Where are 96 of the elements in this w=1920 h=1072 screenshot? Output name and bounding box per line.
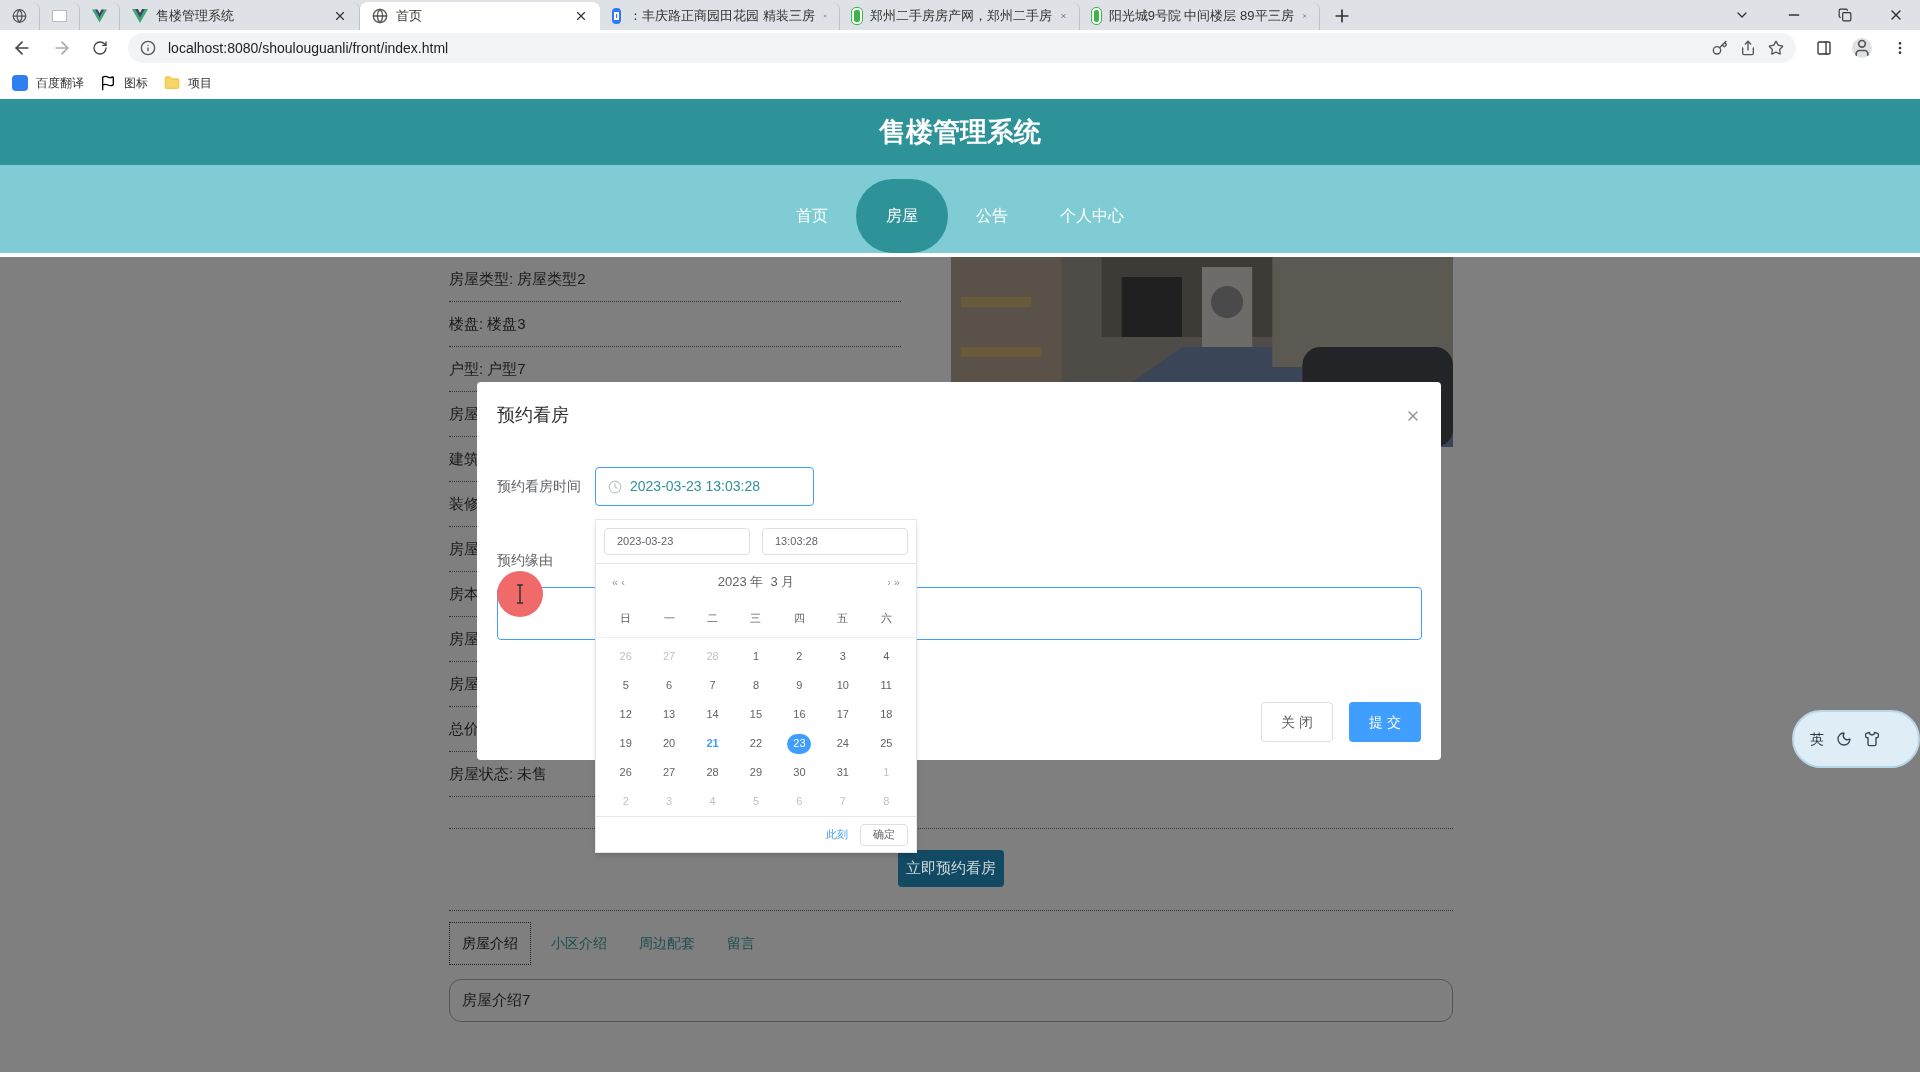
address-bar[interactable]: localhost:8080/shoulouguanli/front/index.html (128, 33, 1796, 63)
calendar-day[interactable]: 12 (613, 704, 638, 725)
detail-text: 总价 (449, 718, 479, 739)
info-icon (140, 40, 156, 56)
detail-text: 房屋 (449, 538, 479, 559)
calendar-day[interactable]: 15 (744, 704, 768, 725)
calendar-day[interactable]: 5 (613, 675, 638, 696)
blank-page-icon (52, 10, 67, 22)
weekday-label: 四 (792, 611, 806, 627)
calendar-day[interactable]: 17 (830, 704, 855, 725)
url-text: localhost:8080/shoulouguanli/front/index.html (168, 38, 449, 58)
calendar-day[interactable]: 27 (657, 762, 682, 783)
calendar-day[interactable]: 20 (657, 733, 682, 754)
detail-text: 房屋 (449, 628, 479, 649)
calendar-day[interactable]: 9 (787, 675, 812, 696)
calendar-day[interactable]: 25 (874, 733, 899, 754)
calendar-day[interactable]: 8 (744, 675, 768, 696)
moon-icon (1836, 731, 1852, 747)
weekday-label: 六 (879, 611, 893, 627)
datetime-field[interactable]: 2023-03-23 13:03:28 (595, 467, 814, 506)
reload-icon[interactable] (92, 40, 108, 56)
side-panel-icon[interactable] (1816, 40, 1832, 56)
restore-icon[interactable] (1838, 8, 1852, 22)
calendar-day[interactable]: 26 (613, 762, 638, 783)
tab-title: 阳光城9号院 中间楼层 89平三房 (1108, 7, 1294, 26)
calendar-day[interactable]: 7 (700, 675, 725, 696)
profile-icon[interactable] (1852, 38, 1872, 58)
key-icon[interactable] (1712, 40, 1728, 56)
flag-icon (100, 74, 116, 91)
detail-text: 房本 (449, 583, 479, 604)
folder-icon (164, 74, 180, 91)
site-title: 售楼管理系统 (879, 115, 1041, 149)
calendar-day[interactable]: 24 (830, 733, 855, 754)
calendar-day[interactable]: 31 (830, 762, 855, 783)
calendar-day[interactable]: 13 (657, 704, 682, 725)
calendar-day[interactable]: 14 (700, 704, 725, 725)
detail-text: 房屋 (449, 403, 479, 424)
date-input[interactable]: 2023-03-23 (604, 528, 750, 555)
detail-text: 房屋 (449, 673, 479, 694)
weekday-label: 三 (749, 611, 763, 627)
ime-mode: 英 (1810, 729, 1824, 749)
weekday-label: 日 (619, 611, 633, 627)
share-icon[interactable] (1740, 40, 1756, 56)
confirm-button[interactable]: 确定 (860, 823, 908, 846)
ime-widget[interactable]: 英 (1792, 710, 1920, 768)
detail-text: 楼盘: 楼盘3 (449, 313, 526, 334)
calendar-day[interactable]: 16 (787, 704, 812, 725)
field-label: 预约看房时间 (497, 477, 582, 496)
cursor-highlight-icon (497, 571, 543, 617)
info-tab[interactable]: 房屋介绍 (449, 922, 531, 965)
close-icon[interactable] (574, 9, 588, 23)
v-logo-icon (132, 9, 148, 23)
detail-text: 房屋类型: 房屋类型2 (449, 268, 586, 289)
v-logo-icon (92, 9, 107, 23)
browser-tab[interactable]: 首页 (360, 2, 600, 30)
tab-title: 售楼管理系统 (156, 7, 235, 26)
field-label: 预约缘由 (497, 551, 553, 570)
tab-title: 郑州二手房房产网，郑州二手房 (870, 7, 1052, 26)
calendar-day[interactable]: 3 (830, 646, 855, 667)
weekday-label: 一 (662, 611, 676, 627)
time-input[interactable]: 13:03:28 (762, 528, 908, 555)
month-heading: 2023 年 3 月 (717, 573, 795, 592)
globe-icon (372, 8, 388, 24)
calendar-day[interactable]: 18 (874, 704, 899, 725)
dialog-title: 预约看房 (497, 404, 569, 427)
translate-icon (12, 74, 28, 91)
weekday-label: 五 (836, 611, 850, 627)
calendar-day[interactable]: 6 (657, 675, 682, 696)
star-icon[interactable] (1768, 40, 1784, 56)
bookmark[interactable]: 图标 (100, 73, 148, 92)
weekday-label: 二 (706, 611, 720, 627)
calendar-day[interactable]: 10 (830, 675, 855, 696)
calendar-day[interactable]: 2 (787, 646, 812, 667)
calendar-day[interactable]: 30 (787, 762, 812, 783)
tab-title: 首页 (396, 7, 423, 26)
calendar-day[interactable]: 19 (613, 733, 638, 754)
clock-icon (608, 479, 622, 494)
shirt-icon (1864, 731, 1880, 747)
detail-text: 装修 (449, 493, 479, 514)
calendar-day[interactable]: 4 (874, 646, 899, 667)
detail-text: 房屋状态: 未售 (449, 763, 548, 784)
calendar-day[interactable]: 1 (744, 646, 768, 667)
nav-item[interactable]: 房屋 (856, 179, 948, 253)
bookmark[interactable]: 百度翻译 (12, 73, 84, 92)
calendar-day[interactable]: 28 (700, 762, 725, 783)
calendar-day[interactable]: 29 (744, 762, 768, 783)
dialog-button[interactable]: 关 闭 (1261, 702, 1333, 742)
detail-text: 户型: 户型7 (449, 358, 526, 379)
close-icon[interactable] (333, 9, 347, 23)
tab-title: ：丰庆路正商园田花园 精装三房 (629, 7, 815, 26)
info-content: 房屋介绍7 (449, 979, 1453, 1022)
book-viewing-button[interactable]: 立即预约看房 (898, 850, 1004, 887)
globe-icon (12, 8, 27, 24)
calendar-day[interactable]: 11 (874, 675, 899, 696)
calendar-day[interactable]: 22 (744, 733, 768, 754)
bookmark[interactable]: 项目 (164, 73, 212, 92)
